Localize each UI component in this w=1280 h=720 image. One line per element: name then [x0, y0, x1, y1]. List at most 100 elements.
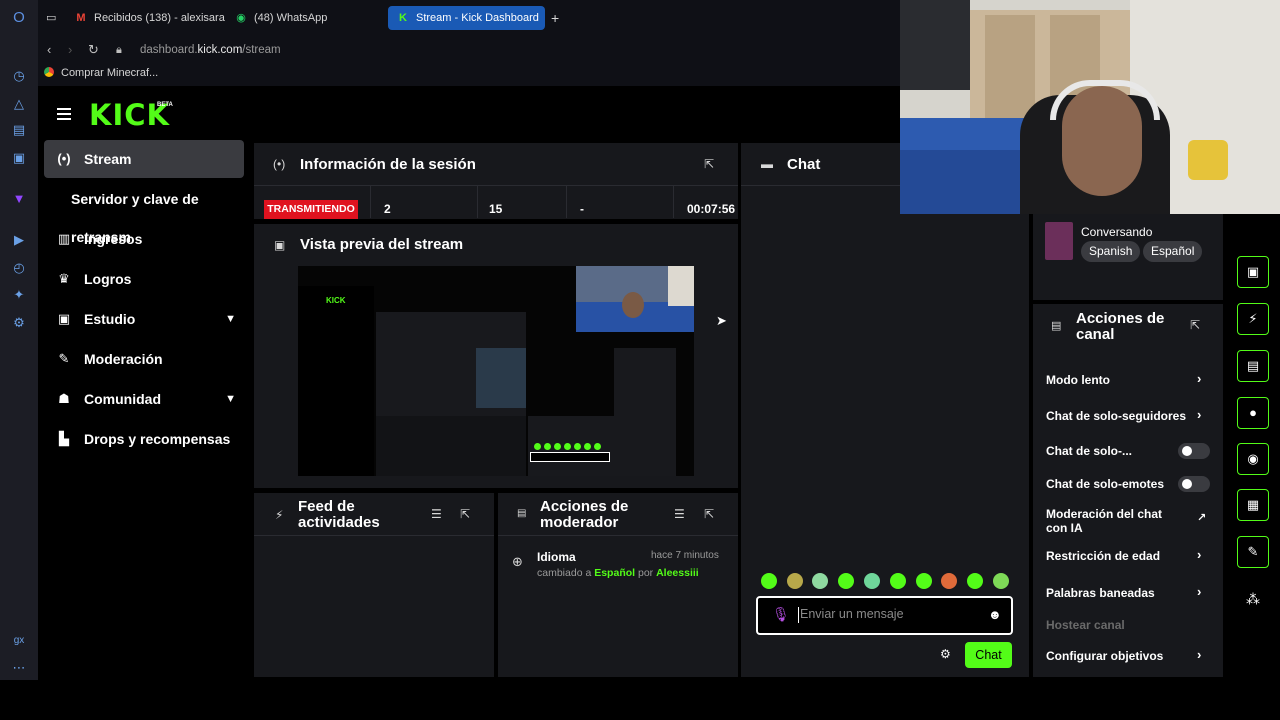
video-tool-icon[interactable]: ▦ [1237, 489, 1269, 521]
history-icon[interactable]: ◷ [11, 68, 27, 84]
gx-icon[interactable]: gx [11, 633, 27, 649]
pinboard-icon[interactable]: ▤ [11, 122, 27, 138]
chat-tool-icon[interactable]: ● [1237, 397, 1269, 429]
address-bar: ‹ › ↻ 🔒︎ dashboard.kick.com/stream [38, 36, 900, 64]
url-text[interactable]: dashboard.kick.com/stream [140, 40, 281, 60]
twitch-icon[interactable]: ▼ [11, 191, 27, 207]
emote-icon[interactable] [812, 573, 828, 589]
chevron-right-icon[interactable]: › [1197, 547, 1201, 562]
sidebar-item-comunidad[interactable]: ☗ Comunidad ▼ [44, 380, 244, 418]
emote-icon[interactable] [787, 573, 803, 589]
screenshot-tool-icon[interactable]: ▣ [1237, 256, 1269, 288]
sidebar-item-moderacion[interactable]: ✎ Moderación [44, 340, 244, 378]
emote-icon[interactable] [890, 573, 906, 589]
wrench-tool-icon[interactable]: ✎ [1237, 536, 1269, 568]
tag-chip[interactable]: Español [1143, 241, 1203, 262]
filter-icon[interactable]: ☰ [674, 507, 685, 521]
emote-icon[interactable] [838, 573, 854, 589]
mod-entry-detail: cambiado a Español por Aleessiii [537, 567, 699, 579]
session-info-title: Información de la sesión [300, 156, 476, 173]
mod-username[interactable]: Aleessiii [656, 567, 699, 579]
sidebar-item-ingresos[interactable]: ▥ Ingresos [44, 220, 244, 258]
microphone-icon[interactable]: 🎙︎ [772, 606, 790, 623]
popout-icon[interactable]: ⇱ [460, 507, 470, 521]
action-subscribers-only[interactable]: Chat de solo-... [1046, 444, 1132, 458]
forward-icon[interactable]: › [68, 40, 72, 60]
back-icon[interactable]: ‹ [47, 40, 51, 60]
gmail-icon: M [76, 12, 86, 24]
action-emotes-only[interactable]: Chat de solo-emotes [1046, 477, 1164, 491]
chat-settings-icon[interactable]: ⚙ [940, 647, 951, 661]
tab-whatsapp[interactable]: ◉ (48) WhatsApp [234, 6, 384, 30]
reload-icon[interactable]: ↻ [88, 40, 99, 60]
settings-icon[interactable]: ⚙ [11, 315, 27, 331]
emote-icon[interactable] [941, 573, 957, 589]
action-goals[interactable]: Configurar objetivos [1046, 649, 1163, 663]
viewers-count: 2 [384, 202, 391, 216]
browser-tabbar: ▭ M Recibidos (138) - alexisara ◉ (48) Wha… [38, 0, 900, 36]
emote-icon[interactable] [916, 573, 932, 589]
preview-mini-panel [476, 348, 526, 408]
text-cursor [798, 607, 799, 623]
emotes-only-toggle[interactable] [1178, 476, 1210, 492]
tab-gmail[interactable]: M Recibidos (138) - alexisara [74, 6, 254, 30]
clock-icon[interactable]: ◴ [11, 260, 27, 276]
divider [254, 185, 738, 186]
chat-send-button[interactable]: Chat [965, 642, 1012, 668]
opera-logo-icon[interactable]: O [11, 10, 27, 26]
share-icon[interactable]: ⁂ [1246, 591, 1260, 608]
tag-chip[interactable]: Spanish [1081, 241, 1141, 262]
sidebar-item-stream[interactable]: (•) Stream [44, 140, 244, 178]
preview-mini-panel [614, 348, 676, 476]
category-name[interactable]: Conversando [1081, 225, 1152, 239]
preview-mini-text: KICK [326, 296, 346, 305]
new-tab-button[interactable]: + [551, 6, 565, 30]
emote-icon[interactable] [864, 573, 880, 589]
live-status-badge: TRANSMITIENDO [264, 200, 358, 219]
stream-preview-video[interactable]: KICK [298, 266, 694, 476]
action-banned-words[interactable]: Palabras baneadas [1046, 586, 1155, 600]
tab-kick-dashboard[interactable]: K Stream - Kick Dashboard [388, 6, 545, 30]
broadcast-tool-icon[interactable]: ◉ [1237, 443, 1269, 475]
bookmark-item[interactable]: Comprar Minecraf... [61, 67, 158, 79]
action-age-restriction[interactable]: Restricción de edad [1046, 549, 1160, 563]
action-ai-moderation[interactable]: Moderación del chat con IA [1046, 507, 1176, 535]
category-thumbnail[interactable] [1045, 222, 1073, 260]
studio-icon: ▣ [57, 311, 71, 326]
chevron-right-icon[interactable]: › [1197, 407, 1201, 422]
chevron-down-icon: ▼ [225, 393, 236, 405]
aria-icon[interactable]: △ [11, 96, 27, 112]
action-followers-only[interactable]: Chat de solo-seguidores [1046, 409, 1186, 423]
chevron-right-icon[interactable]: › [1197, 371, 1201, 386]
stream-duration: 00:07:56 [687, 202, 736, 216]
chevron-right-icon[interactable]: › [1197, 647, 1201, 662]
lightning-tool-icon[interactable]: ⚡︎ [1237, 303, 1269, 335]
sidebar-item-estudio[interactable]: ▣ Estudio ▼ [44, 300, 244, 338]
popout-icon[interactable]: ⇱ [704, 157, 714, 171]
broadcast-icon: (•) [273, 157, 286, 171]
more-icon[interactable]: ⋯ [11, 660, 27, 676]
sidebar-item-logros[interactable]: ♛ Logros [44, 260, 244, 298]
player-icon[interactable]: ▶ [11, 232, 27, 248]
external-link-icon[interactable]: ↗ [1197, 511, 1206, 524]
sidebar-item-server-key[interactable]: Servidor y clave de retransm [44, 180, 254, 245]
messenger-icon[interactable]: ▣ [11, 150, 27, 166]
emote-icon[interactable] [761, 573, 777, 589]
tab-menu-icon[interactable]: ▭ [46, 6, 66, 30]
extensions-icon[interactable]: ✦ [11, 287, 27, 303]
menu-icon[interactable] [57, 108, 71, 123]
action-slow-mode[interactable]: Modo lento [1046, 373, 1110, 387]
emoji-icon[interactable]: ☻ [988, 607, 1002, 622]
chat-message-input[interactable]: 🎙︎ Enviar un mensaje ☻ [756, 596, 1013, 635]
subscribers-only-toggle[interactable] [1178, 443, 1210, 459]
preview-icon: ▣ [274, 238, 286, 252]
chevron-right-icon[interactable]: › [1197, 584, 1201, 599]
emote-icon[interactable] [967, 573, 983, 589]
sidebar-item-drops[interactable]: ▙ Drops y recompensas [44, 420, 244, 458]
filter-icon[interactable]: ☰ [431, 507, 442, 521]
popout-icon[interactable]: ⇱ [1190, 318, 1200, 332]
emote-icon[interactable] [993, 573, 1009, 589]
kick-sidebar: KICK BETA (•) Stream Servidor y clave de… [38, 86, 252, 680]
popout-icon[interactable]: ⇱ [704, 507, 714, 521]
notes-tool-icon[interactable]: ▤ [1237, 350, 1269, 382]
